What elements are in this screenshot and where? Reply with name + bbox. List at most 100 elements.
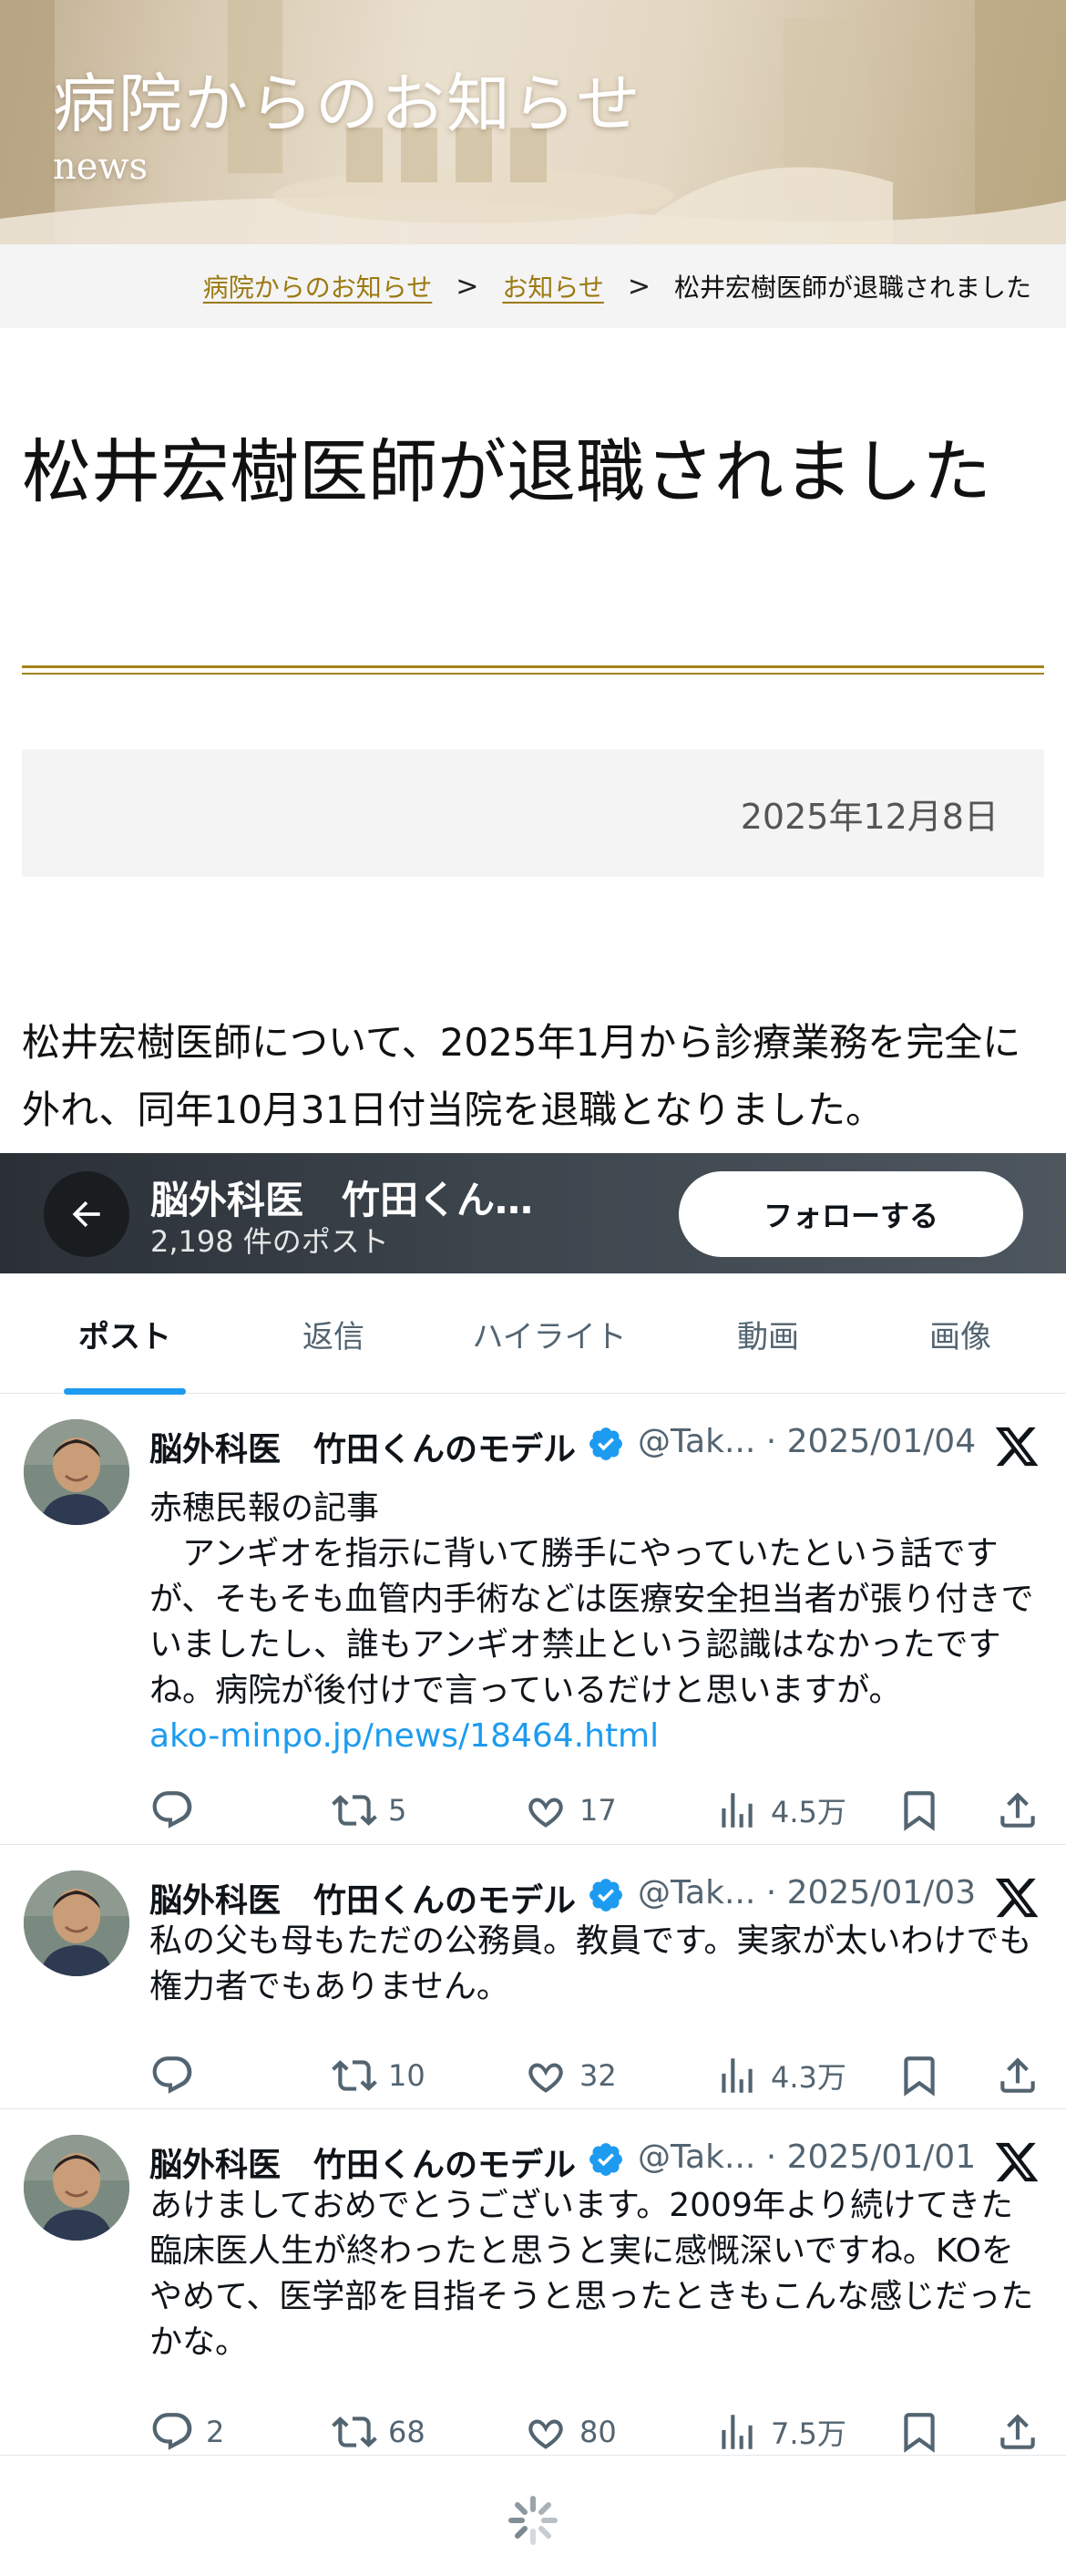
views-icon bbox=[722, 1793, 753, 1828]
repost-button[interactable]: 5 bbox=[332, 1785, 406, 1836]
verified-badge-icon bbox=[589, 1879, 622, 1911]
follow-button[interactable]: フォローする bbox=[679, 1171, 1023, 1257]
x-logo-icon bbox=[995, 1427, 1039, 1467]
hero-subtitle: news bbox=[53, 146, 149, 188]
tweet-actions: 5 17 4.5万 bbox=[149, 1785, 1042, 1836]
tweet-body: 私の父も母もただの公務員。教員です。実家が太いわけでも権力者でもありません。 bbox=[149, 1922, 1032, 2005]
article-body: 松井宏樹医師について、2025年1月から診療業務を完全に外れ、同年10月31日付… bbox=[22, 1020, 1021, 1132]
repost-count: 68 bbox=[388, 2415, 425, 2449]
reply-count: 2 bbox=[206, 2415, 225, 2449]
x-profile-name: 脳外科医 竹田くん… bbox=[150, 1178, 534, 1222]
article-date-box: 2025年12月8日 bbox=[22, 749, 1044, 877]
breadcrumb-link-news[interactable]: 病院からのお知らせ bbox=[203, 268, 432, 304]
share-icon bbox=[1000, 2414, 1035, 2449]
share-icon bbox=[1000, 2057, 1035, 2093]
tweet-text: あけましておめでとうございます。2009年より続けてきた臨床医人生が終わったと思… bbox=[149, 2183, 1042, 2365]
views-icon bbox=[722, 2058, 753, 2093]
tweet-body: 赤穂民報の記事 アンギオを指示に背いて勝手にやっていたという話ですが、そもそも血… bbox=[149, 1489, 1034, 1709]
avatar-photo bbox=[24, 1870, 129, 1976]
tab-posts[interactable]: ポスト bbox=[0, 1273, 250, 1394]
tab-videos[interactable]: 動画 bbox=[682, 1273, 855, 1394]
x-logo-icon bbox=[995, 1878, 1039, 1918]
like-button[interactable]: 32 bbox=[523, 2050, 617, 2101]
breadcrumb: 病院からのお知らせ > お知らせ > 松井宏樹医師が退職されました bbox=[0, 244, 1066, 328]
share-button[interactable] bbox=[995, 2406, 1040, 2458]
views-count: 4.3万 bbox=[771, 2060, 846, 2095]
reply-button[interactable]: 2 bbox=[149, 2406, 224, 2458]
share-button[interactable] bbox=[995, 2050, 1040, 2101]
share-icon bbox=[1000, 1792, 1035, 1828]
breadcrumb-separator: > bbox=[627, 270, 651, 303]
views-icon bbox=[722, 2415, 753, 2449]
reply-icon bbox=[152, 2056, 192, 2094]
tweet-actions: 2 68 80 7.5万 bbox=[149, 2406, 1042, 2458]
repost-button[interactable]: 10 bbox=[332, 2050, 425, 2101]
bookmark-icon bbox=[904, 2056, 935, 2097]
share-button[interactable] bbox=[995, 1785, 1040, 1836]
tweet-handle-date[interactable]: @Tak... · 2025/01/03 bbox=[638, 1874, 976, 1911]
repost-icon bbox=[332, 2060, 377, 2091]
like-icon bbox=[528, 2063, 563, 2093]
title-divider bbox=[22, 665, 1044, 668]
tab-highlights[interactable]: ハイライト bbox=[417, 1273, 682, 1394]
breadcrumb-current: 松井宏樹医師が退職されました bbox=[673, 273, 1031, 303]
bookmark-button[interactable] bbox=[897, 1785, 942, 1836]
back-button[interactable] bbox=[44, 1171, 129, 1257]
views-count: 4.5万 bbox=[771, 1795, 846, 1829]
page-hero-banner: 病院からのお知らせ news bbox=[0, 0, 1066, 244]
like-button[interactable]: 17 bbox=[523, 1785, 617, 1836]
hero-title: 病院からのお知らせ bbox=[53, 67, 642, 141]
repost-icon bbox=[332, 1795, 377, 1826]
views-count: 7.5万 bbox=[771, 2416, 846, 2451]
views-button[interactable]: 4.5万 bbox=[714, 1785, 846, 1836]
back-arrow-icon bbox=[72, 1200, 100, 1228]
like-count: 32 bbox=[579, 2058, 617, 2093]
tab-replies[interactable]: 返信 bbox=[250, 1273, 417, 1394]
tweet[interactable]: 脳外科医 竹田くんのモデル @Tak... · 2025/01/04 赤穂民報の… bbox=[0, 1394, 1066, 1845]
views-button[interactable]: 4.3万 bbox=[714, 2050, 846, 2101]
tweet-handle-date[interactable]: @Tak... · 2025/01/01 bbox=[638, 2138, 976, 2176]
avatar[interactable] bbox=[24, 1419, 129, 1525]
breadcrumb-link-notice[interactable]: お知らせ bbox=[502, 268, 603, 304]
tweet[interactable]: 脳外科医 竹田くんのモデル @Tak... · 2025/01/01 あけまして… bbox=[0, 2109, 1066, 2456]
avatar-photo bbox=[24, 1419, 129, 1525]
x-post-count: 2,198 件のポスト bbox=[150, 1224, 389, 1259]
bookmark-icon bbox=[904, 2413, 935, 2453]
tweet-link[interactable]: ako-minpo.jp/news/18464.html bbox=[149, 1717, 659, 1755]
repost-button[interactable]: 68 bbox=[332, 2406, 425, 2458]
verified-badge-icon bbox=[589, 1427, 622, 1460]
tweet-body: あけましておめでとうございます。2009年より続けてきた臨床医人生が終わったと思… bbox=[149, 2187, 1034, 2361]
bookmark-icon bbox=[904, 1791, 935, 1831]
tweet-author-name[interactable]: 脳外科医 竹田くんのモデル bbox=[149, 1423, 576, 1470]
repost-count: 5 bbox=[388, 1793, 407, 1828]
x-profile-tabs: ポスト 返信 ハイライト 動画 画像 bbox=[0, 1273, 1066, 1395]
like-count: 80 bbox=[579, 2415, 617, 2449]
reply-icon bbox=[152, 1791, 192, 1829]
like-count: 17 bbox=[579, 1793, 617, 1828]
avatar-photo bbox=[24, 2135, 129, 2241]
bookmark-button[interactable] bbox=[897, 2050, 942, 2101]
tweet[interactable]: 脳外科医 竹田くんのモデル @Tak... · 2025/01/03 私の父も母… bbox=[0, 1845, 1066, 2109]
reply-icon bbox=[152, 2413, 192, 2450]
like-button[interactable]: 80 bbox=[523, 2406, 617, 2458]
reply-button[interactable] bbox=[149, 2050, 206, 2101]
tweet-author-name[interactable]: 脳外科医 竹田くんのモデル bbox=[149, 2138, 576, 2186]
bookmark-button[interactable] bbox=[897, 2406, 942, 2458]
verified-badge-icon bbox=[589, 2143, 622, 2176]
article-date: 2025年12月8日 bbox=[740, 796, 999, 837]
repost-count: 10 bbox=[388, 2058, 425, 2093]
views-button[interactable]: 7.5万 bbox=[714, 2406, 846, 2458]
page-title: 松井宏樹医師が退職されました bbox=[22, 431, 991, 512]
x-logo-icon bbox=[995, 2142, 1039, 2182]
reply-button[interactable] bbox=[149, 1785, 206, 1836]
like-icon bbox=[528, 1798, 563, 1828]
tweet-author-name[interactable]: 脳外科医 竹田くんのモデル bbox=[149, 1874, 576, 1922]
avatar[interactable] bbox=[24, 2135, 129, 2241]
title-divider-secondary bbox=[22, 673, 1044, 675]
repost-icon bbox=[332, 2416, 377, 2447]
tweet-text: 私の父も母もただの公務員。教員です。実家が太いわけでも権力者でもありません。 bbox=[149, 1919, 1042, 2010]
avatar[interactable] bbox=[24, 1870, 129, 1976]
tweet-handle-date[interactable]: @Tak... · 2025/01/04 bbox=[638, 1423, 976, 1460]
tab-images[interactable]: 画像 bbox=[855, 1273, 1066, 1394]
tweet-actions: 10 32 4.3万 bbox=[149, 2050, 1042, 2101]
